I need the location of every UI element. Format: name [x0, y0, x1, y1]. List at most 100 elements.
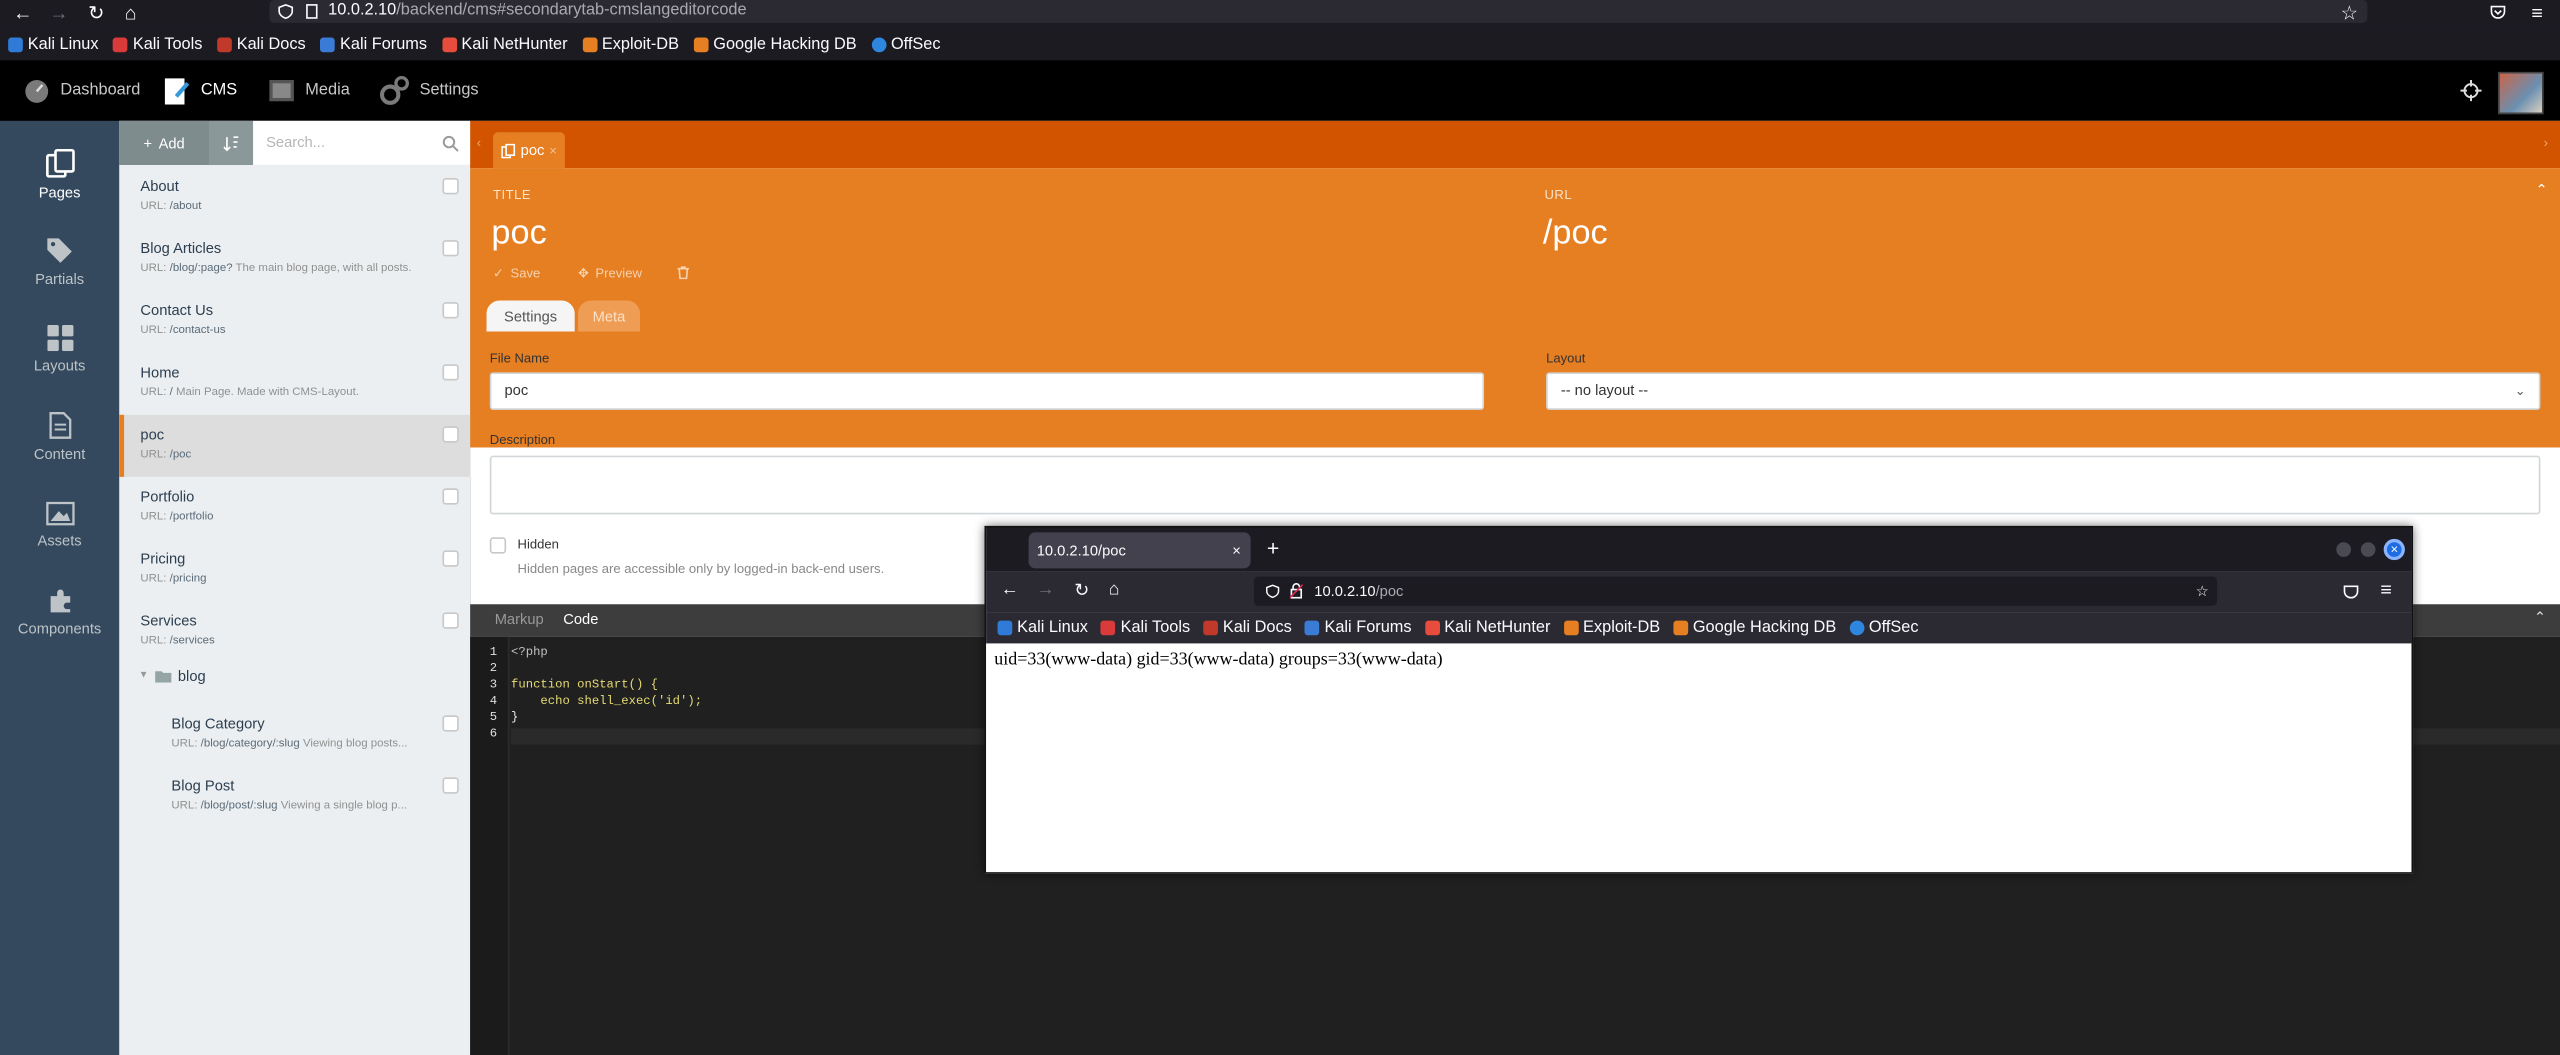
sidebar-item-pages[interactable]: Pages: [0, 134, 119, 216]
bookmark-google-hacking-db[interactable]: Google Hacking DB: [693, 35, 857, 53]
list-item[interactable]: Pricing URL: /pricing: [119, 539, 470, 601]
list-item[interactable]: Blog Category URL: /blog/category/:slug V…: [119, 704, 470, 766]
sidebar-item-assets[interactable]: Assets: [0, 483, 119, 565]
list-item[interactable]: Home URL: / Main Page. Made with CMS-Layo…: [119, 353, 470, 415]
sort-button[interactable]: [208, 120, 254, 165]
reload-icon[interactable]: ↻: [1074, 580, 1089, 601]
page-checkbox[interactable]: [442, 488, 459, 505]
nav-cms[interactable]: CMS: [163, 60, 237, 120]
close-tab-icon[interactable]: ×: [1232, 532, 1241, 568]
tab-code[interactable]: Code: [563, 611, 598, 627]
page-checkbox[interactable]: [442, 777, 459, 794]
pocket-icon[interactable]: [2343, 585, 2359, 600]
tab-markup[interactable]: Markup: [495, 611, 544, 627]
minimize-icon[interactable]: [2336, 542, 2352, 557]
crosshair-icon[interactable]: [2460, 80, 2482, 102]
pocket-icon[interactable]: [2490, 5, 2506, 20]
tab-scroll-right-icon[interactable]: ›: [2544, 136, 2548, 151]
bookmark-kali-nethunter[interactable]: Kali NetHunter: [441, 35, 568, 53]
back-arrow-icon[interactable]: ←: [1001, 580, 1019, 600]
list-item-selected[interactable]: poc URL: /poc: [119, 414, 471, 477]
page-info-icon[interactable]: [305, 3, 318, 19]
bookmark-kali-linux[interactable]: Kali Linux: [997, 619, 1088, 637]
add-page-button[interactable]: + Add: [119, 120, 209, 165]
page-checkbox[interactable]: [442, 240, 459, 257]
bookmark-kali-docs[interactable]: Kali Docs: [1203, 619, 1292, 637]
nav-media[interactable]: Media: [268, 60, 350, 120]
nav-dashboard[interactable]: Dashboard: [23, 60, 140, 120]
popup-address-bar[interactable]: 10.0.2.10/poc ☆: [1253, 576, 2218, 606]
maximize-icon[interactable]: [2360, 542, 2376, 557]
file-name-input[interactable]: poc: [489, 372, 1485, 410]
nethunter-icon: [1424, 620, 1440, 636]
collapse-chevron-icon[interactable]: ⌃: [2536, 181, 2548, 199]
tab-settings[interactable]: Settings: [486, 300, 575, 332]
bookmark-star-icon[interactable]: ☆: [2196, 576, 2209, 605]
menu-icon[interactable]: ≡: [2524, 0, 2550, 26]
bookmark-exploit-db[interactable]: Exploit-DB: [582, 35, 679, 53]
page-checkbox[interactable]: [442, 612, 459, 629]
tab-poc[interactable]: poc ×: [493, 132, 565, 169]
sidebar-item-content[interactable]: Content: [0, 395, 119, 477]
layout-select[interactable]: -- no layout -- ⌄: [1546, 372, 2541, 410]
popup-browser-window: 10.0.2.10/poc × + × ← → ↻ ⌂ 10.0.2.10/po…: [984, 525, 2414, 874]
page-checkbox[interactable]: [442, 178, 459, 195]
page-checkbox[interactable]: [442, 715, 459, 732]
page-url: URL: /services: [140, 635, 215, 647]
bookmark-kali-tools[interactable]: Kali Tools: [1100, 619, 1190, 637]
menu-icon[interactable]: ≡: [2380, 578, 2391, 601]
tab-meta[interactable]: Meta: [577, 300, 640, 332]
title-input[interactable]: poc: [491, 214, 546, 253]
save-button[interactable]: ✓ Save: [493, 266, 540, 281]
bookmark-kali-nethunter[interactable]: Kali NetHunter: [1424, 619, 1550, 637]
home-icon[interactable]: ⌂: [1109, 580, 1120, 600]
page-checkbox[interactable]: [442, 550, 459, 567]
list-item[interactable]: Services URL: /services: [119, 601, 470, 663]
bookmark-kali-docs[interactable]: Kali Docs: [217, 35, 306, 53]
page-checkbox[interactable]: [442, 426, 459, 443]
nav-settings[interactable]: Settings: [379, 60, 479, 120]
page-checkbox[interactable]: [442, 364, 459, 381]
bookmark-google-hacking-db[interactable]: Google Hacking DB: [1673, 619, 1836, 637]
page-url: URL: /blog/:page? The main blog page, wi…: [140, 262, 412, 275]
description-textarea[interactable]: [489, 455, 2541, 515]
sidebar-item-components[interactable]: Components: [0, 572, 119, 654]
sidebar-item-layouts[interactable]: Layouts: [0, 309, 119, 391]
list-item[interactable]: Blog Articles URL: /blog/:page? The main …: [119, 229, 470, 291]
sidebar-item-partials[interactable]: Partials: [0, 220, 119, 302]
close-tab-icon[interactable]: ×: [549, 143, 557, 158]
list-item[interactable]: About URL: /about: [119, 167, 470, 229]
forward-arrow-icon[interactable]: →: [1037, 580, 1055, 600]
page-search-input[interactable]: Search...: [253, 120, 471, 165]
url-input[interactable]: /poc: [1543, 214, 1608, 253]
editor-collapse-icon[interactable]: ⌃: [2534, 609, 2546, 627]
popup-tab[interactable]: 10.0.2.10/poc ×: [1028, 532, 1251, 569]
delete-button[interactable]: [677, 266, 689, 280]
preview-button[interactable]: ✥ Preview: [578, 266, 642, 281]
list-item[interactable]: Contact Us URL: /contact-us: [119, 291, 470, 353]
hidden-checkbox[interactable]: [489, 537, 507, 554]
shield-icon: [278, 3, 294, 20]
back-arrow-icon[interactable]: ←: [10, 0, 36, 26]
search-icon[interactable]: [442, 135, 459, 152]
cms-top-navigation: Dashboard CMS Media Settings: [0, 60, 2560, 121]
folder-blog[interactable]: ▼ blog: [139, 668, 206, 684]
bookmark-offsec[interactable]: OffSec: [871, 35, 941, 53]
bookmark-kali-forums[interactable]: Kali Forums: [320, 35, 427, 53]
bookmark-kali-linux[interactable]: Kali Linux: [8, 35, 99, 53]
tab-scroll-left-icon[interactable]: ‹: [477, 136, 481, 151]
user-avatar[interactable]: [2497, 71, 2544, 115]
bookmark-kali-tools[interactable]: Kali Tools: [113, 35, 202, 53]
list-item[interactable]: Portfolio URL: /portfolio: [119, 477, 470, 539]
bookmark-offsec[interactable]: OffSec: [1849, 619, 1919, 637]
bookmark-kali-forums[interactable]: Kali Forums: [1304, 619, 1412, 637]
list-item[interactable]: Blog Post URL: /blog/post/:slug Viewing a…: [119, 766, 470, 828]
home-icon[interactable]: ⌂: [118, 0, 144, 26]
new-tab-icon[interactable]: +: [1267, 536, 1279, 560]
reload-icon[interactable]: ↻: [83, 0, 109, 26]
bookmark-exploit-db[interactable]: Exploit-DB: [1563, 619, 1660, 637]
close-window-icon[interactable]: ×: [2383, 538, 2405, 561]
bookmark-star-icon[interactable]: ☆: [2336, 0, 2362, 26]
page-checkbox[interactable]: [442, 302, 459, 319]
forward-arrow-icon[interactable]: →: [46, 0, 72, 26]
